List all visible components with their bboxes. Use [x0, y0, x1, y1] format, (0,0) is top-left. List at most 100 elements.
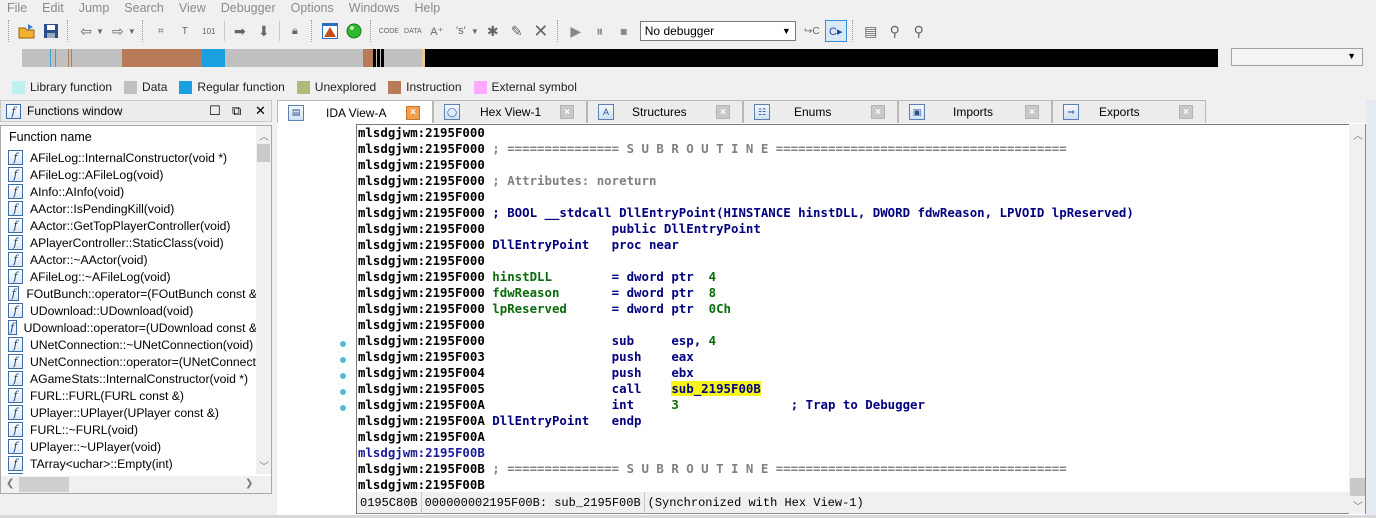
pause-icon[interactable]: ⏸ [589, 20, 611, 42]
search-immediate-icon[interactable]: 101 [198, 20, 220, 42]
function-list-item[interactable]: f UDownload::operator=(UDownload const & [1, 319, 257, 336]
debugger-select[interactable]: No debugger ▼ [639, 21, 796, 41]
add-breakpoint-icon[interactable]: ⚲ [884, 20, 906, 42]
search-text-icon[interactable]: T [174, 20, 196, 42]
warning-icon[interactable] [319, 20, 341, 42]
close-tab-icon[interactable]: × [716, 105, 730, 119]
disassembly-line[interactable]: mlsdgjwm:2195F000 lpReserved = dword ptr… [357, 301, 1349, 317]
edit-icon[interactable]: ✎ [506, 20, 528, 42]
arrows-gutter[interactable] [277, 123, 356, 515]
scroll-right-icon[interactable]: ❯ [245, 478, 253, 489]
undefine-icon[interactable]: ✕ [530, 20, 552, 42]
disassembly-line[interactable]: mlsdgjwm:2195F00A [357, 429, 1349, 445]
make-data-icon[interactable]: DATA [402, 20, 424, 42]
column-header-function-name[interactable]: Function name [1, 126, 257, 148]
menu-options[interactable]: Options [284, 0, 342, 16]
disassembly-line[interactable]: mlsdgjwm:2195F000 [357, 253, 1349, 269]
navband-dropdown[interactable]: ▼ [1231, 48, 1363, 66]
search-binary-icon[interactable]: ⌗ [150, 20, 172, 42]
disassembly-line[interactable]: mlsdgjwm:2195F000 DllEntryPoint proc nea… [357, 237, 1349, 253]
close-icon[interactable]: ✕ [255, 103, 266, 119]
close-tab-icon[interactable]: × [560, 105, 574, 119]
menu-jump[interactable]: Jump [72, 0, 118, 16]
menu-windows[interactable]: Windows [342, 0, 408, 16]
disassembly-listing[interactable]: mlsdgjwm:2195F000 mlsdgjwm:2195F000 ; ===… [356, 124, 1349, 492]
navband-segment[interactable] [22, 49, 50, 67]
lock-icon[interactable]: 🔒︎ [284, 20, 306, 42]
disassembly-line[interactable]: mlsdgjwm:2195F00A int 3 ; Trap to Debugg… [357, 397, 1349, 413]
menu-help[interactable]: Help [407, 0, 448, 16]
tab-imports[interactable]: ▣ Imports × [898, 100, 1052, 123]
scroll-left-icon[interactable]: ❮ [6, 478, 14, 489]
navband-segment[interactable] [421, 49, 425, 67]
back-icon[interactable]: ⇦ [75, 20, 97, 42]
toolbar-grip[interactable] [8, 20, 11, 42]
function-list-item[interactable]: f TArray<uchar>::Empty(int) [1, 455, 257, 472]
function-list-item[interactable]: f UDownload::UDownload(void) [1, 302, 257, 319]
scroll-up-icon[interactable]: ︿ [1353, 127, 1363, 142]
disassembly-line[interactable]: mlsdgjwm:2195F004 push ebx [357, 365, 1349, 381]
disassembly-line[interactable]: mlsdgjwm:2195F000 public DllEntryPoint [357, 221, 1349, 237]
back-dropdown-icon[interactable]: ▼ [96, 27, 104, 36]
disassembly-line[interactable]: mlsdgjwm:2195F000 fdwReason = dword ptr … [357, 285, 1349, 301]
close-tab-icon[interactable]: × [871, 105, 885, 119]
forward-dropdown-icon[interactable]: ▼ [128, 27, 136, 36]
instruction-marker-dot[interactable] [340, 341, 346, 347]
instruction-marker-dot[interactable] [340, 389, 346, 395]
disassembly-line[interactable]: mlsdgjwm:2195F00B ; =============== S U … [357, 461, 1349, 477]
remove-breakpoint-icon[interactable]: ⚲ [908, 20, 930, 42]
navband-segment[interactable] [224, 49, 363, 67]
scrollbar-thumb[interactable] [19, 477, 69, 492]
navband-segment[interactable] [385, 49, 422, 67]
navband-segment[interactable] [362, 49, 373, 67]
scroll-down-icon[interactable]: ﹀ [1353, 498, 1363, 513]
maximize-icon[interactable]: ☐ [209, 103, 221, 119]
disassembly-line[interactable]: mlsdgjwm:2195F000 [357, 125, 1349, 141]
menu-view[interactable]: View [172, 0, 214, 16]
disassembly-line[interactable]: mlsdgjwm:2195F000 sub esp, 4 [357, 333, 1349, 349]
scroll-down-icon[interactable]: ﹀ [259, 458, 269, 473]
disassembly-line[interactable]: mlsdgjwm:2195F00B [357, 445, 1349, 461]
menu-file[interactable]: File [0, 0, 35, 16]
function-list-item[interactable]: f AActor::IsPendingKill(void) [1, 200, 257, 217]
function-list-item[interactable]: f APlayerController::StaticClass(void) [1, 234, 257, 251]
function-list-item[interactable]: f FURL::~FURL(void) [1, 421, 257, 438]
tab-structures[interactable]: A Structures × [587, 100, 743, 123]
properties-icon[interactable]: ▤ [860, 20, 882, 42]
function-list-item[interactable]: f UNetConnection::~UNetConnection(void) [1, 336, 257, 353]
make-struct-icon[interactable]: 's' [450, 20, 472, 42]
close-tab-icon[interactable]: × [406, 105, 420, 120]
search-next-icon[interactable]: ➡ [229, 20, 251, 42]
disassembly-line[interactable]: mlsdgjwm:2195F000 [357, 317, 1349, 333]
listing-vertical-scrollbar[interactable]: ︿ ﹀ [1349, 124, 1366, 514]
navband-segment[interactable] [121, 49, 202, 67]
functions-horizontal-scrollbar[interactable]: ❮ ❯ [1, 476, 271, 493]
navigation-band[interactable] [22, 49, 1218, 67]
close-tab-icon[interactable]: × [1025, 105, 1039, 119]
function-list-item[interactable]: f UPlayer::~UPlayer(void) [1, 438, 257, 455]
instruction-marker-dot[interactable] [340, 373, 346, 379]
scrollbar-thumb[interactable] [1350, 478, 1365, 496]
function-list-item[interactable]: f AFileLog::InternalConstructor(void *) [1, 149, 257, 166]
function-list-item[interactable]: f AFileLog::~AFileLog(void) [1, 268, 257, 285]
disassembly-line[interactable]: mlsdgjwm:2195F005 call sub_2195F00B [357, 381, 1349, 397]
tab-ida-view-a[interactable]: ▤ IDA View-A × [277, 100, 433, 124]
function-list-item[interactable]: f AActor::GetTopPlayerController(void) [1, 217, 257, 234]
function-list-item-partial[interactable]: f [1, 472, 257, 474]
tab-hex-view-1[interactable]: ◯ Hex View-1 × [433, 100, 587, 123]
open-file-icon[interactable] [16, 20, 38, 42]
disassembly-line[interactable]: mlsdgjwm:2195F000 [357, 157, 1349, 173]
disassembly-line[interactable]: mlsdgjwm:2195F00A DllEntryPoint endp [357, 413, 1349, 429]
menu-search[interactable]: Search [117, 0, 172, 16]
function-list-item[interactable]: f AInfo::AInfo(void) [1, 183, 257, 200]
tab-enums[interactable]: ☷ Enums × [743, 100, 898, 123]
make-string-icon[interactable]: A⁺ [426, 20, 448, 42]
make-function-icon[interactable]: ✱ [482, 20, 504, 42]
restore-icon[interactable]: ⧉ [232, 103, 241, 119]
disassembly-line[interactable]: mlsdgjwm:2195F000 ; Attributes: noreturn [357, 173, 1349, 189]
function-list-item[interactable]: f AFileLog::AFileLog(void) [1, 166, 257, 183]
menu-debugger[interactable]: Debugger [214, 0, 284, 16]
struct-dropdown-icon[interactable]: ▼ [471, 27, 479, 36]
tab-exports[interactable]: ⇒ Exports × [1052, 100, 1206, 123]
functions-vertical-scrollbar[interactable]: ︿ ﹀ [256, 126, 271, 474]
